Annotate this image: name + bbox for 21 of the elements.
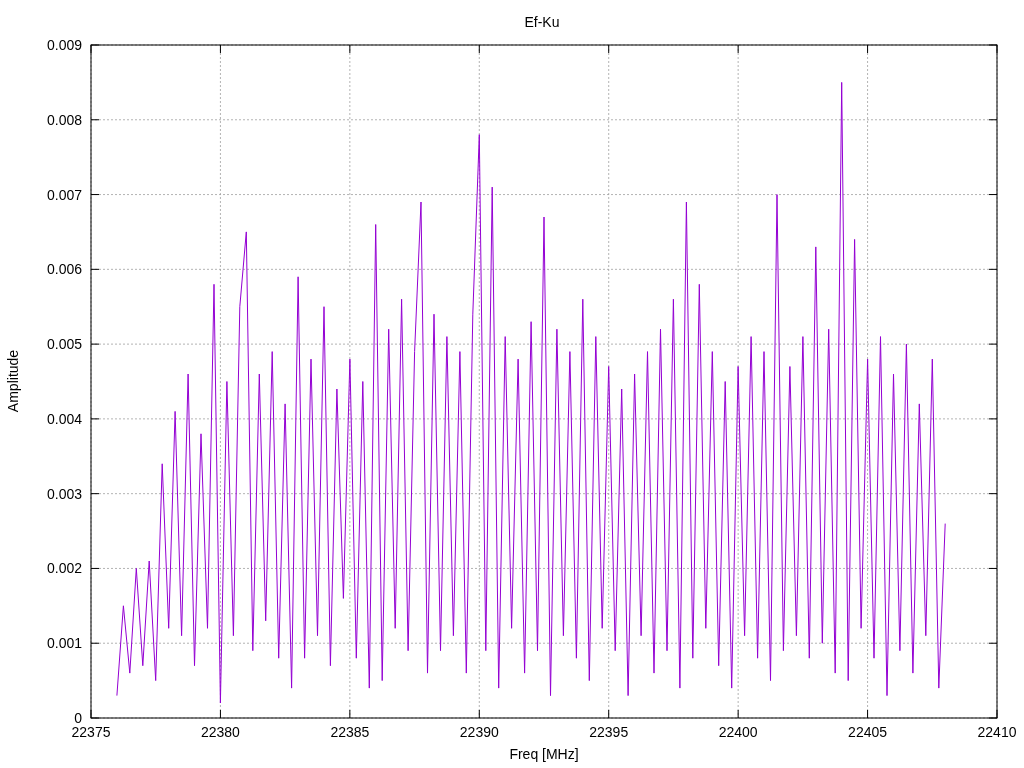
y-tick-label: 0.008 <box>46 111 82 128</box>
x-tick-label: 22385 <box>330 724 370 740</box>
x-tick-label: 22395 <box>589 724 629 740</box>
x-tick-label: 22380 <box>200 724 240 740</box>
y-tick-label: 0.002 <box>46 560 82 577</box>
y-tick-label: 0.009 <box>46 37 82 53</box>
y-axis-label: Amplitude <box>5 349 21 413</box>
x-tick-label: 22400 <box>718 724 758 740</box>
x-tick-label: 22375 <box>71 724 111 740</box>
x-tick-label: 22390 <box>459 724 499 740</box>
x-tick-label: 22405 <box>848 724 888 740</box>
y-tick-label: 0 <box>74 710 82 726</box>
x-axis-label: Freq [MHz] <box>509 746 579 762</box>
y-tick-label: 0.005 <box>46 336 82 353</box>
chart-title: Ef-Ku <box>524 14 560 30</box>
y-tick-label: 0.006 <box>46 261 82 278</box>
y-tick-label: 0.003 <box>46 485 82 502</box>
y-tick-label: 0.004 <box>46 410 82 427</box>
y-tick-label: 0.001 <box>46 635 82 652</box>
x-tick-label: 22410 <box>977 724 1017 740</box>
y-tick-label: 0.007 <box>46 186 82 203</box>
